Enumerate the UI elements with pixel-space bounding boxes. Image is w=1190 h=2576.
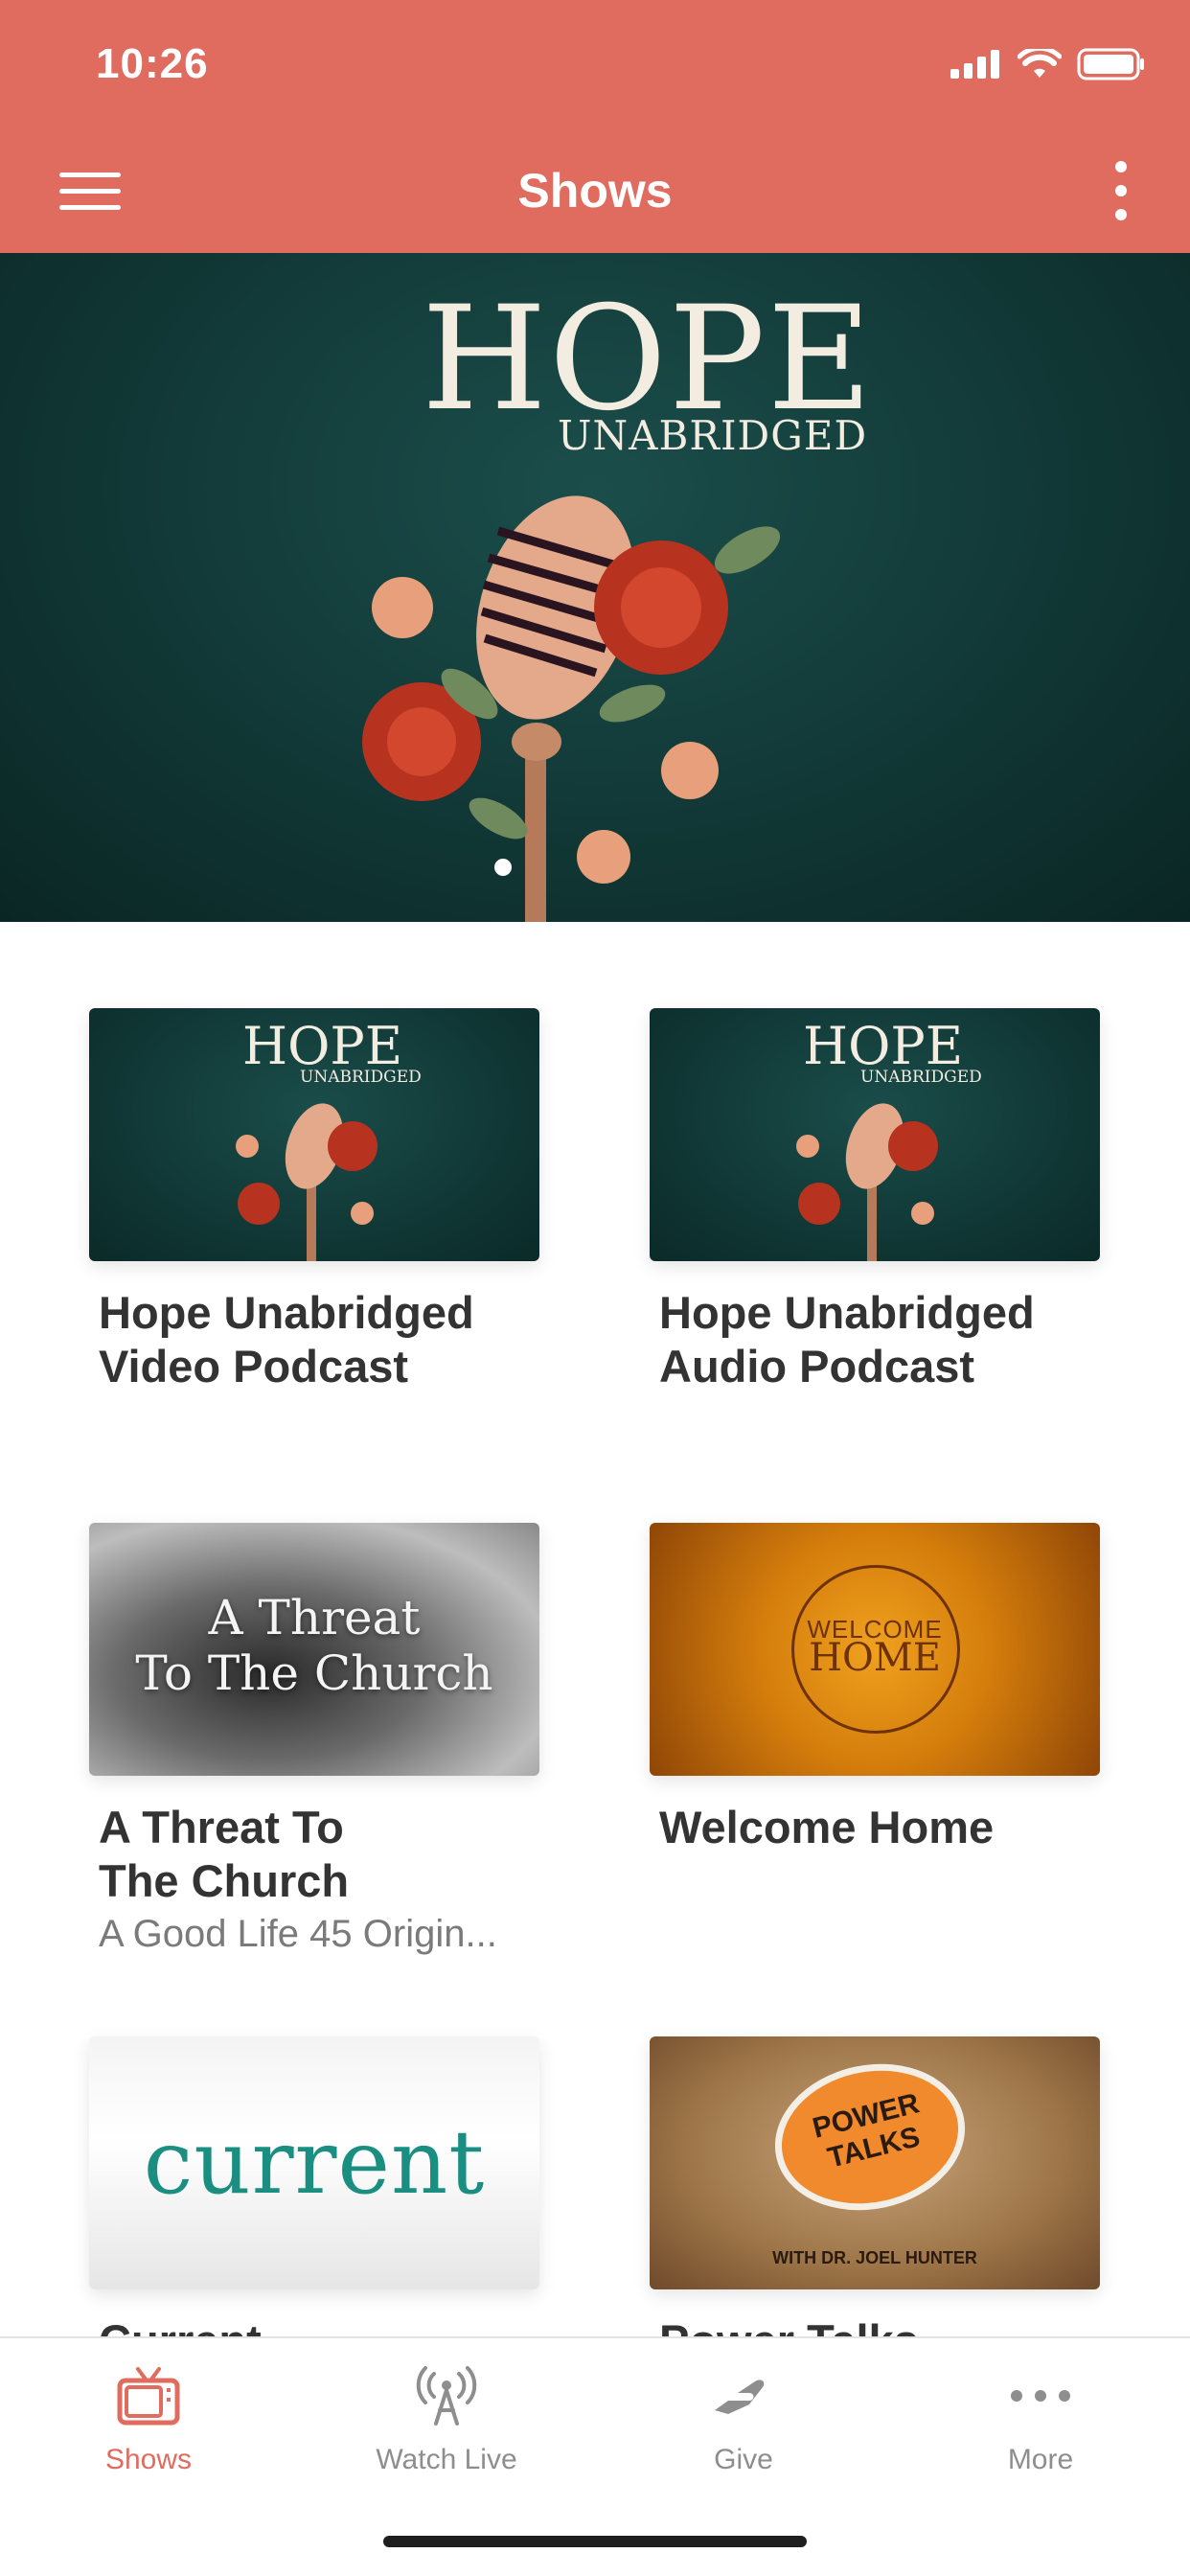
show-card[interactable]: HOPE UNABRIDGED Hope Unabridged Video Po… bbox=[89, 1008, 539, 1393]
tv-icon bbox=[117, 2367, 180, 2426]
hero-logo-subtitle: UNABRIDGED bbox=[558, 412, 868, 459]
wifi-icon bbox=[1018, 49, 1062, 78]
show-thumbnail: HOPE UNABRIDGED bbox=[650, 1008, 1100, 1261]
home-indicator[interactable] bbox=[383, 2536, 807, 2547]
show-card[interactable]: A Threat To The Church A Threat To The C… bbox=[89, 1523, 539, 1960]
show-card[interactable]: current Current bbox=[89, 2036, 539, 2368]
battery-icon bbox=[1077, 48, 1144, 80]
status-time: 10:26 bbox=[96, 40, 209, 87]
give-hand-icon bbox=[715, 2380, 765, 2414]
tab-watch-live[interactable]: Watch Live bbox=[341, 2358, 552, 2476]
tab-more[interactable]: More bbox=[935, 2358, 1146, 2476]
show-title: Hope Unabridged Audio Podcast bbox=[659, 1287, 1035, 1392]
show-thumbnail: POWER TALKS WITH DR. JOEL HUNTER bbox=[650, 2036, 1100, 2289]
show-thumbnail: current bbox=[89, 2036, 539, 2289]
nav-bar: Shows bbox=[0, 125, 1190, 253]
show-card[interactable]: POWER TALKS WITH DR. JOEL HUNTER Power T… bbox=[650, 2036, 1100, 2368]
more-options-button[interactable] bbox=[1092, 157, 1150, 224]
more-dots-icon bbox=[1011, 2390, 1070, 2402]
tab-label: More bbox=[1007, 2444, 1074, 2475]
show-title: A Threat To The Church bbox=[99, 1802, 350, 1906]
page-title: Shows bbox=[517, 164, 673, 218]
show-thumbnail: WELCOME HOME bbox=[650, 1523, 1100, 1776]
show-thumbnail: A Threat To The Church bbox=[89, 1523, 539, 1776]
tab-label: Watch Live bbox=[376, 2444, 517, 2475]
show-title: Welcome Home bbox=[659, 1802, 995, 1852]
featured-banner[interactable]: HOPE UNABRIDGED bbox=[0, 253, 1190, 922]
show-card[interactable]: WELCOME HOME Welcome Home bbox=[650, 1523, 1100, 1854]
status-icons bbox=[950, 48, 1146, 80]
carousel-page-indicator[interactable] bbox=[494, 859, 512, 876]
microphone-artwork bbox=[236, 1103, 378, 1261]
broadcast-icon bbox=[416, 2366, 477, 2426]
status-bar: 10:26 bbox=[0, 0, 1190, 125]
show-thumbnail: HOPE UNABRIDGED bbox=[89, 1008, 539, 1261]
cellular-signal-icon bbox=[950, 50, 999, 79]
microphone-flowers-artwork bbox=[362, 495, 781, 922]
show-subtitle: A Good Life 45 Origin... bbox=[99, 1913, 497, 1955]
tab-label: Give bbox=[714, 2444, 773, 2475]
tab-give[interactable]: Give bbox=[638, 2358, 849, 2476]
show-card[interactable]: HOPE UNABRIDGED Hope Unabridged Audio Po… bbox=[650, 1008, 1100, 1393]
show-title: Hope Unabridged Video Podcast bbox=[99, 1287, 474, 1392]
tab-label: Shows bbox=[104, 2444, 193, 2475]
tab-shows[interactable]: Shows bbox=[43, 2358, 254, 2476]
microphone-artwork bbox=[796, 1103, 938, 1261]
kebab-icon bbox=[1115, 161, 1127, 172]
